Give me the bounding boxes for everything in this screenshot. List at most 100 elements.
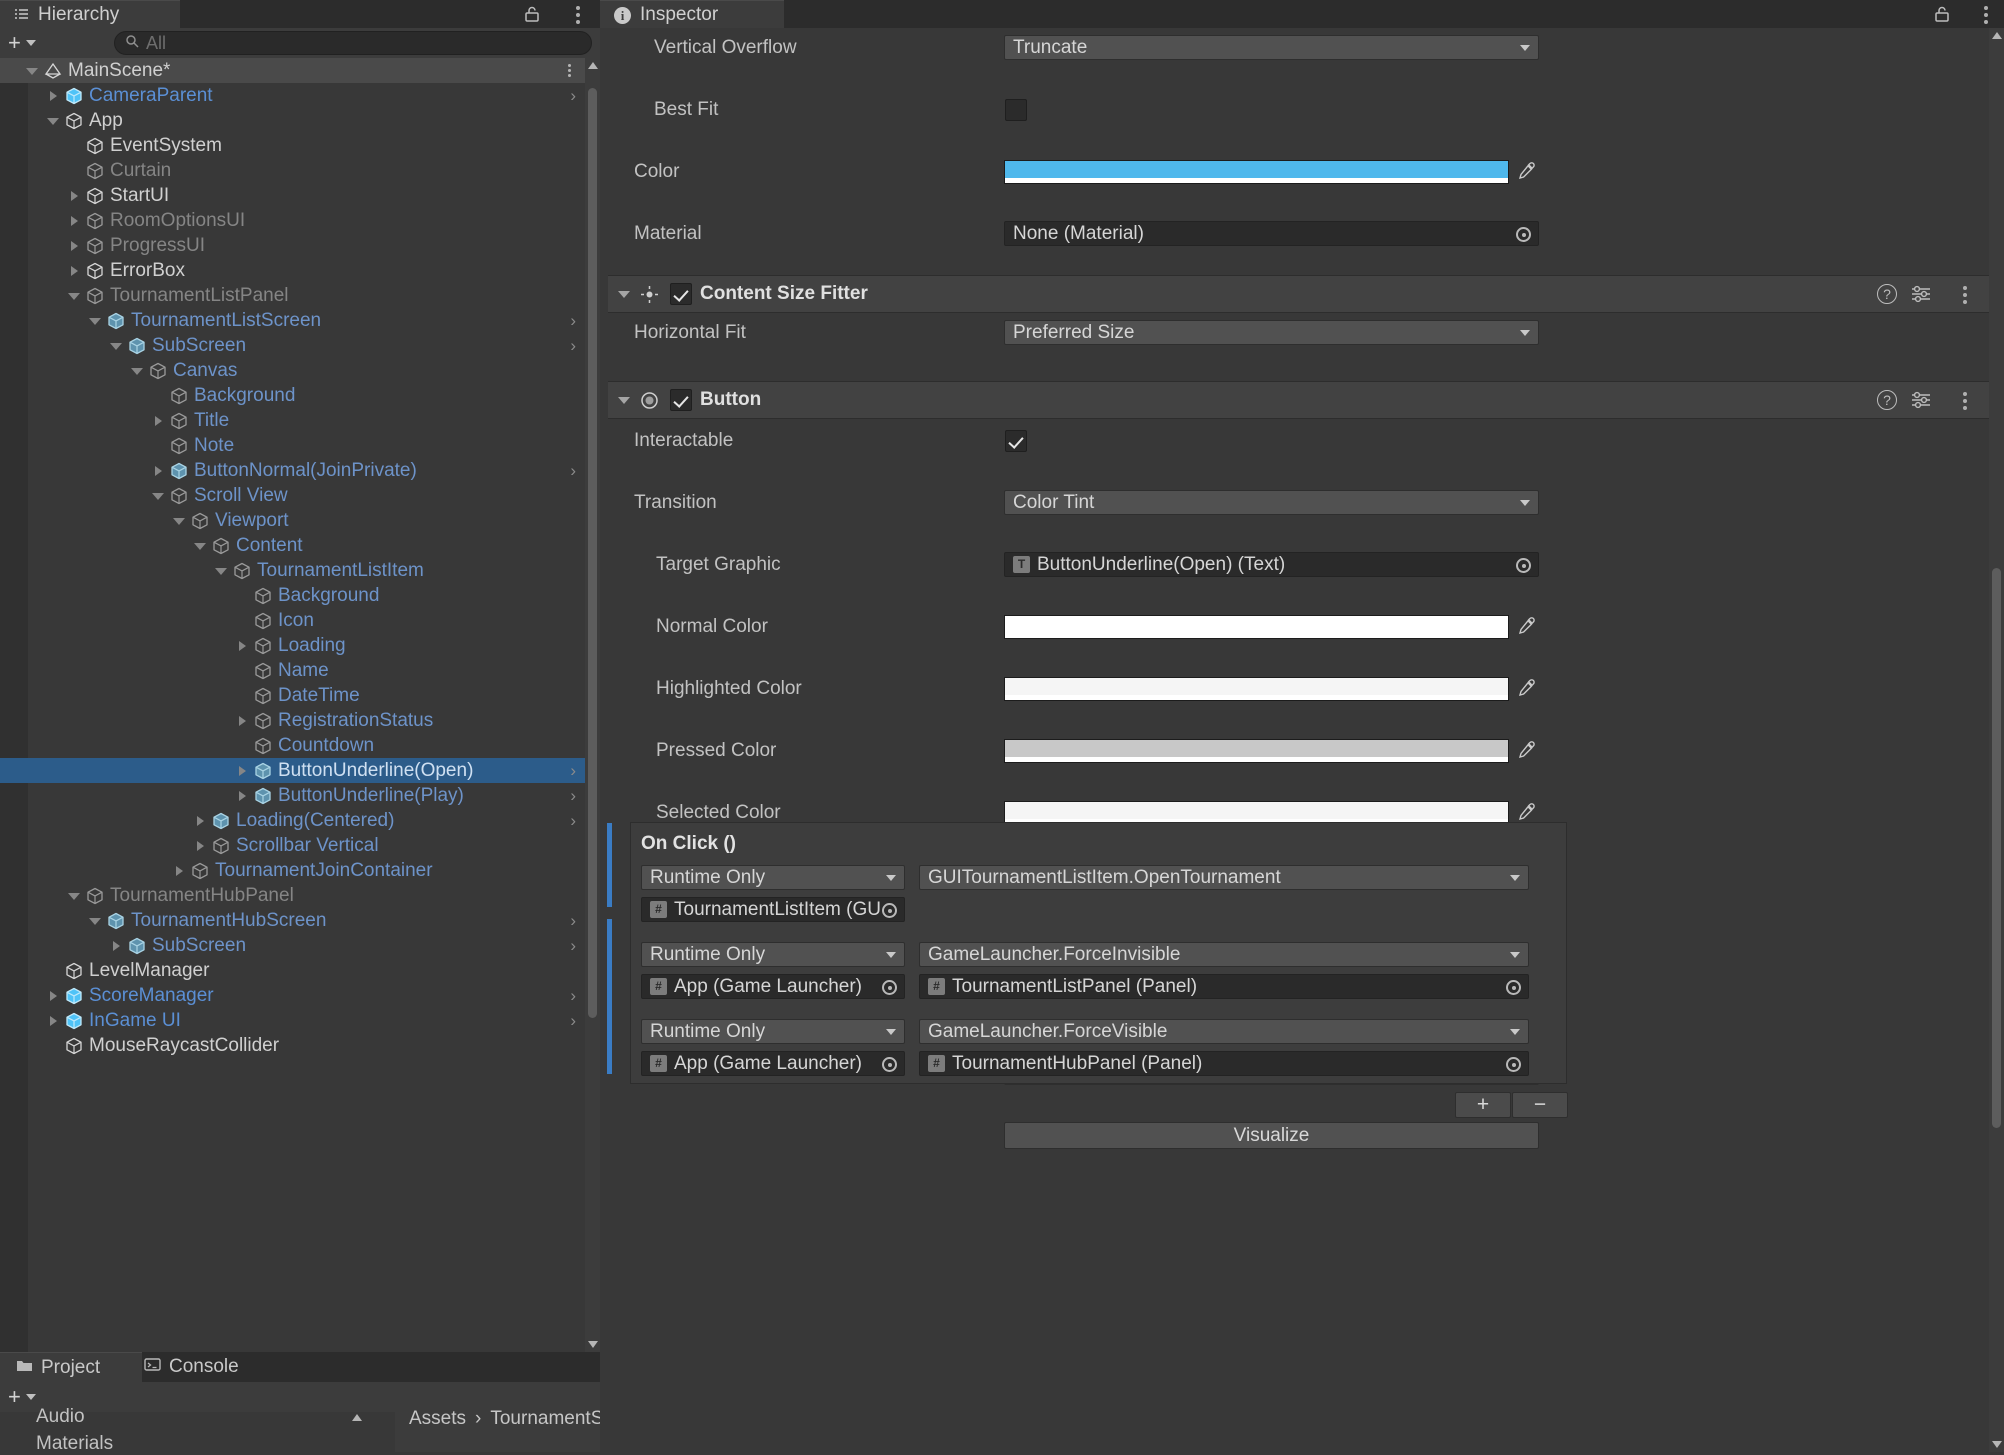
chevron-right-icon[interactable] [236, 783, 250, 808]
object-picker-icon[interactable] [1506, 1057, 1521, 1072]
chevron-right-icon[interactable] [236, 708, 250, 733]
hierarchy-row-tournamentjoincontainer[interactable]: TournamentJoinContainer [0, 858, 600, 883]
hierarchy-row-content[interactable]: Content [0, 533, 600, 558]
chevron-right-icon[interactable] [194, 808, 208, 833]
hierarchy-row-mouseraycastcollider[interactable]: MouseRaycastCollider [0, 1033, 600, 1058]
prefab-open-chevron-icon[interactable]: › [570, 933, 576, 958]
project-folder-list[interactable]: Audio Materials [0, 1412, 380, 1452]
create-button[interactable]: + [8, 32, 36, 54]
best-fit-checkbox[interactable] [1005, 99, 1027, 121]
hierarchy-row-app[interactable]: App [0, 108, 600, 133]
chevron-right-icon[interactable] [236, 758, 250, 783]
hierarchy-row-tournamentlistitem[interactable]: TournamentListItem [0, 558, 600, 583]
hierarchy-row-icon[interactable]: Icon [0, 608, 600, 633]
hierarchy-row-progressui[interactable]: ProgressUI [0, 233, 600, 258]
object-picker-icon[interactable] [882, 903, 897, 918]
hierarchy-row-subscreen[interactable]: SubScreen› [0, 333, 600, 358]
foldout-triangle-icon[interactable] [68, 283, 82, 308]
foldout-triangle-icon[interactable] [215, 558, 229, 583]
event-mode-dropdown-3[interactable]: Runtime Only [641, 1019, 905, 1044]
content-size-fitter-header[interactable]: Content Size Fitter ? [608, 275, 1989, 313]
target-graphic-object-field[interactable]: T ButtonUnderline(Open) (Text) [1004, 552, 1539, 577]
object-picker-icon[interactable] [882, 1057, 897, 1072]
event-mode-dropdown-1[interactable]: Runtime Only [641, 865, 905, 890]
scroll-up-arrow-icon[interactable] [1992, 32, 2002, 39]
hierarchy-row-roomoptionsui[interactable]: RoomOptionsUI [0, 208, 600, 233]
event-target-object-field-1[interactable]: # TournamentListItem (GU [641, 897, 905, 922]
eyedropper-icon[interactable] [1516, 801, 1538, 823]
hierarchy-row-tournamenthubscreen[interactable]: TournamentHubScreen› [0, 908, 600, 933]
color-swatch[interactable] [1004, 739, 1509, 763]
scroll-down-arrow-icon[interactable] [1992, 1441, 2002, 1448]
hierarchy-row-levelmanager[interactable]: LevelManager [0, 958, 600, 983]
tab-inspector[interactable]: i Inspector [600, 0, 784, 29]
kebab-menu-icon[interactable] [576, 3, 582, 25]
event-function-dropdown-2[interactable]: GameLauncher.ForceInvisible [919, 942, 1529, 967]
scroll-down-arrow-icon[interactable] [588, 1341, 598, 1348]
kebab-menu-icon[interactable] [1984, 3, 1990, 25]
prefab-open-chevron-icon[interactable]: › [570, 83, 576, 108]
chevron-right-icon[interactable] [68, 208, 82, 233]
hierarchy-row-cameraparent[interactable]: CameraParent› [0, 83, 600, 108]
chevron-right-icon[interactable] [47, 1008, 61, 1033]
hierarchy-row-viewport[interactable]: Viewport [0, 508, 600, 533]
foldout-triangle-icon[interactable] [47, 108, 61, 133]
chevron-right-icon[interactable] [236, 633, 250, 658]
eyedropper-icon[interactable] [1516, 615, 1538, 637]
hierarchy-row-canvas[interactable]: Canvas [0, 358, 600, 383]
foldout-triangle-icon[interactable] [110, 333, 124, 358]
prefab-open-chevron-icon[interactable]: › [570, 758, 576, 783]
eyedropper-icon[interactable] [1516, 160, 1538, 182]
remove-event-button[interactable]: − [1512, 1092, 1568, 1118]
hierarchy-row-scoremanager[interactable]: ScoreManager› [0, 983, 600, 1008]
hierarchy-row-background[interactable]: Background [0, 583, 600, 608]
hierarchy-row-scroll-view[interactable]: Scroll View [0, 483, 600, 508]
chevron-right-icon[interactable] [152, 458, 166, 483]
hierarchy-row-tournamentlistpanel[interactable]: TournamentListPanel [0, 283, 600, 308]
add-event-button[interactable]: + [1455, 1092, 1511, 1118]
hierarchy-row-startui[interactable]: StartUI [0, 183, 600, 208]
hierarchy-row-subscreen[interactable]: SubScreen› [0, 933, 600, 958]
hierarchy-row-scrollbar-vertical[interactable]: Scrollbar Vertical [0, 833, 600, 858]
object-picker-icon[interactable] [1506, 980, 1521, 995]
chevron-right-icon[interactable] [194, 833, 208, 858]
chevron-right-icon[interactable] [68, 183, 82, 208]
event-target-object-field-3[interactable]: # App (Game Launcher) [641, 1051, 905, 1076]
prefab-open-chevron-icon[interactable]: › [570, 458, 576, 483]
hierarchy-row-eventsystem[interactable]: EventSystem [0, 133, 600, 158]
object-picker-icon[interactable] [1516, 227, 1531, 242]
foldout-triangle-icon[interactable] [26, 58, 40, 83]
scroll-up-arrow-icon[interactable] [588, 62, 598, 69]
chevron-right-icon[interactable] [110, 933, 124, 958]
transition-dropdown[interactable]: Color Tint [1004, 490, 1539, 515]
hierarchy-row-ingame-ui[interactable]: InGame UI› [0, 1008, 600, 1033]
hierarchy-row-countdown[interactable]: Countdown [0, 733, 600, 758]
lock-open-icon[interactable] [522, 4, 542, 24]
hierarchy-row-curtain[interactable]: Curtain [0, 158, 600, 183]
event-function-dropdown-1[interactable]: GUITournamentListItem.OpenTournament [919, 865, 1529, 890]
foldout-triangle-icon[interactable] [618, 397, 630, 404]
object-picker-icon[interactable] [1516, 558, 1531, 573]
hierarchy-row-tournamenthubpanel[interactable]: TournamentHubPanel [0, 883, 600, 908]
chevron-right-icon[interactable] [68, 258, 82, 283]
prefab-open-chevron-icon[interactable]: › [570, 783, 576, 808]
chevron-right-icon[interactable] [152, 408, 166, 433]
hierarchy-row-tournamentlistscreen[interactable]: TournamentListScreen› [0, 308, 600, 333]
chevron-right-icon[interactable] [47, 83, 61, 108]
event-function-dropdown-3[interactable]: GameLauncher.ForceVisible [919, 1019, 1529, 1044]
chevron-right-icon[interactable] [173, 858, 187, 883]
hierarchy-row-errorbox[interactable]: ErrorBox [0, 258, 600, 283]
breadcrumb-item-assets[interactable]: Assets [409, 1408, 466, 1430]
prefab-open-chevron-icon[interactable]: › [570, 333, 576, 358]
hierarchy-row-loading[interactable]: Loading [0, 633, 600, 658]
hierarchy-row-buttonunderline-open[interactable]: ButtonUnderline(Open)› [0, 758, 600, 783]
hierarchy-row-mainscene[interactable]: MainScene* [0, 58, 600, 83]
kebab-menu-icon[interactable] [568, 62, 572, 80]
prefab-open-chevron-icon[interactable]: › [570, 808, 576, 833]
button-component-header[interactable]: Button ? [608, 381, 1989, 419]
button-enable-checkbox[interactable] [670, 389, 692, 411]
chevron-right-icon[interactable] [47, 983, 61, 1008]
tab-console[interactable]: Console [128, 1352, 280, 1382]
foldout-triangle-icon[interactable] [131, 358, 145, 383]
event-mode-dropdown-2[interactable]: Runtime Only [641, 942, 905, 967]
